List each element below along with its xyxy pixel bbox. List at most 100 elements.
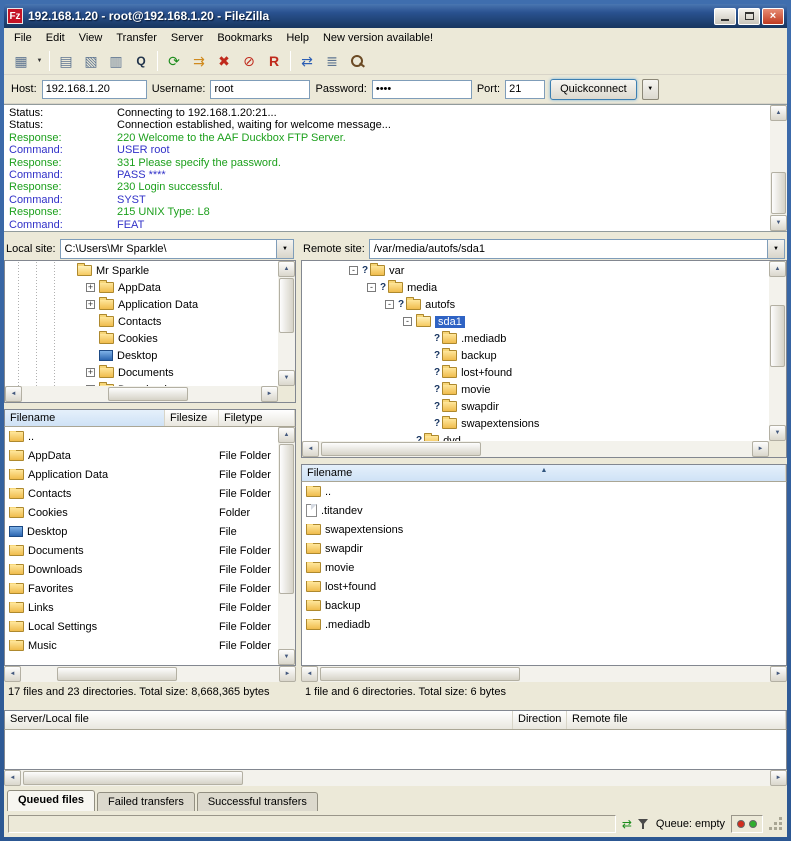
remote-file-row[interactable]: .titandev xyxy=(302,501,786,520)
password-input[interactable] xyxy=(372,80,472,99)
menu-edit[interactable]: Edit xyxy=(39,29,72,47)
scroll-down-icon[interactable]: ▼ xyxy=(770,215,787,231)
remote-file-row[interactable]: backup xyxy=(302,596,786,615)
remote-path-combobox[interactable]: /var/media/autofs/sda1 ▼ xyxy=(369,239,785,259)
quickconnect-dropdown-icon[interactable]: ▼ xyxy=(642,79,659,100)
local-file-row[interactable]: .. xyxy=(5,427,278,446)
column-header-filetype[interactable]: Filetype xyxy=(219,410,295,426)
remote-tree-hscrollbar[interactable]: ◄ ► xyxy=(302,441,769,457)
scroll-up-icon[interactable]: ▲ xyxy=(769,261,786,277)
remote-tree-item[interactable]: ?.mediadb xyxy=(303,330,769,347)
scroll-up-icon[interactable]: ▲ xyxy=(278,427,295,443)
scrollbar-thumb[interactable] xyxy=(771,172,786,214)
local-list-scrollbar[interactable]: ▲ ▼ xyxy=(278,427,295,665)
local-tree-item[interactable]: Contacts xyxy=(6,313,278,330)
remote-file-row[interactable]: lost+found xyxy=(302,577,786,596)
scrollbar-thumb[interactable] xyxy=(279,444,294,594)
menu-server[interactable]: Server xyxy=(164,29,210,47)
local-tree-scrollbar[interactable]: ▲ ▼ xyxy=(278,261,295,386)
scrollbar-track[interactable] xyxy=(319,441,752,457)
remote-file-row[interactable]: movie xyxy=(302,558,786,577)
local-list-hscrollbar[interactable]: ◄ ► xyxy=(4,666,296,682)
remote-tree-item[interactable]: -?media xyxy=(303,279,769,296)
remote-tree-item[interactable]: ?movie xyxy=(303,381,769,398)
local-path-combobox[interactable]: C:\Users\Mr Sparkle\ ▼ xyxy=(60,239,294,259)
close-button[interactable]: × xyxy=(762,8,784,25)
minimize-button[interactable] xyxy=(714,8,736,25)
synchronized-browsing-status-icon[interactable]: ⇄ xyxy=(622,818,632,830)
scroll-up-icon[interactable]: ▲ xyxy=(278,261,295,277)
scrollbar-track[interactable] xyxy=(278,277,295,370)
tab-successful-transfers[interactable]: Successful transfers xyxy=(197,792,318,811)
local-tree-hscrollbar[interactable]: ◄ ► xyxy=(5,386,278,402)
scrollbar-track[interactable] xyxy=(21,666,279,682)
combo-dropdown-icon[interactable]: ▼ xyxy=(767,240,784,258)
scrollbar-thumb[interactable] xyxy=(321,442,481,456)
scrollbar-thumb[interactable] xyxy=(770,305,785,367)
local-file-row[interactable]: LinksFile Folder xyxy=(5,598,278,617)
remote-file-row[interactable]: .mediadb xyxy=(302,615,786,634)
synchronized-browsing-icon[interactable]: ⇄ xyxy=(295,50,319,72)
cancel-icon[interactable]: ✖ xyxy=(212,50,236,72)
collapse-icon[interactable]: - xyxy=(385,300,394,309)
process-queue-icon[interactable]: ⇉ xyxy=(187,50,211,72)
site-manager-dropdown-icon[interactable]: ▼ xyxy=(34,50,45,72)
column-header-direction[interactable]: Direction xyxy=(513,711,567,729)
menu-bookmarks[interactable]: Bookmarks xyxy=(210,29,279,47)
scroll-left-icon[interactable]: ◄ xyxy=(301,666,318,682)
column-header-remote-file[interactable]: Remote file xyxy=(567,711,786,729)
expand-icon[interactable]: + xyxy=(86,300,95,309)
scroll-left-icon[interactable]: ◄ xyxy=(5,386,22,402)
collapse-icon[interactable]: - xyxy=(403,317,412,326)
scrollbar-thumb[interactable] xyxy=(23,771,243,785)
remote-tree-scrollbar[interactable]: ▲ ▼ xyxy=(769,261,786,441)
local-tree-item[interactable]: +Documents xyxy=(6,364,278,381)
local-file-row[interactable]: Local SettingsFile Folder xyxy=(5,617,278,636)
scroll-left-icon[interactable]: ◄ xyxy=(302,441,319,457)
scrollbar-track[interactable] xyxy=(769,277,786,425)
local-file-row[interactable]: AppDataFile Folder xyxy=(5,446,278,465)
scrollbar-thumb[interactable] xyxy=(57,667,177,681)
collapse-icon[interactable]: - xyxy=(349,266,358,275)
local-tree-item[interactable]: Mr Sparkle xyxy=(6,262,278,279)
remote-list-hscrollbar[interactable]: ◄ ► xyxy=(301,666,787,682)
local-tree-item[interactable]: +AppData xyxy=(6,279,278,296)
scrollbar-thumb[interactable] xyxy=(279,278,294,333)
column-header-filesize[interactable]: Filesize xyxy=(165,410,219,426)
menu-help[interactable]: Help xyxy=(279,29,316,47)
queue-hscrollbar[interactable]: ◄ ► xyxy=(4,770,787,786)
host-input[interactable] xyxy=(42,80,147,99)
remote-file-row[interactable]: swapextensions xyxy=(302,520,786,539)
local-tree-item[interactable]: +Application Data xyxy=(6,296,278,313)
expand-icon[interactable]: + xyxy=(86,283,95,292)
tab-queued-files[interactable]: Queued files xyxy=(7,790,95,811)
scroll-right-icon[interactable]: ► xyxy=(279,666,296,682)
scrollbar-track[interactable] xyxy=(770,121,787,215)
remote-tree-item-selected[interactable]: -sda1 xyxy=(303,313,769,330)
local-file-row[interactable]: DocumentsFile Folder xyxy=(5,541,278,560)
remote-tree-item[interactable]: ?backup xyxy=(303,347,769,364)
remote-file-row[interactable]: swapdir xyxy=(302,539,786,558)
local-file-row[interactable]: DesktopFile xyxy=(5,522,278,541)
collapse-icon[interactable]: - xyxy=(367,283,376,292)
remote-tree-item[interactable]: ?swapextensions xyxy=(303,415,769,432)
local-file-row[interactable]: Application DataFile Folder xyxy=(5,465,278,484)
expand-icon[interactable]: + xyxy=(86,368,95,377)
remote-file-row[interactable]: .. xyxy=(302,482,786,501)
scroll-down-icon[interactable]: ▼ xyxy=(278,649,295,665)
local-file-row[interactable]: CookiesFolder xyxy=(5,503,278,522)
menu-file[interactable]: File xyxy=(7,29,39,47)
scroll-right-icon[interactable]: ► xyxy=(752,441,769,457)
maximize-button[interactable] xyxy=(738,8,760,25)
local-file-row[interactable]: ContactsFile Folder xyxy=(5,484,278,503)
remote-tree-toggle-icon[interactable]: ▥ xyxy=(104,50,128,72)
scroll-down-icon[interactable]: ▼ xyxy=(769,425,786,441)
column-header-filename[interactable]: Filename xyxy=(5,410,165,426)
scrollbar-thumb[interactable] xyxy=(320,667,520,681)
log-scrollbar[interactable]: ▲ ▼ xyxy=(770,105,787,231)
local-file-row[interactable]: MusicFile Folder xyxy=(5,636,278,655)
scrollbar-track[interactable] xyxy=(21,770,770,786)
scrollbar-thumb[interactable] xyxy=(108,387,188,401)
menu-new-version[interactable]: New version available! xyxy=(316,29,440,47)
username-input[interactable] xyxy=(210,80,310,99)
